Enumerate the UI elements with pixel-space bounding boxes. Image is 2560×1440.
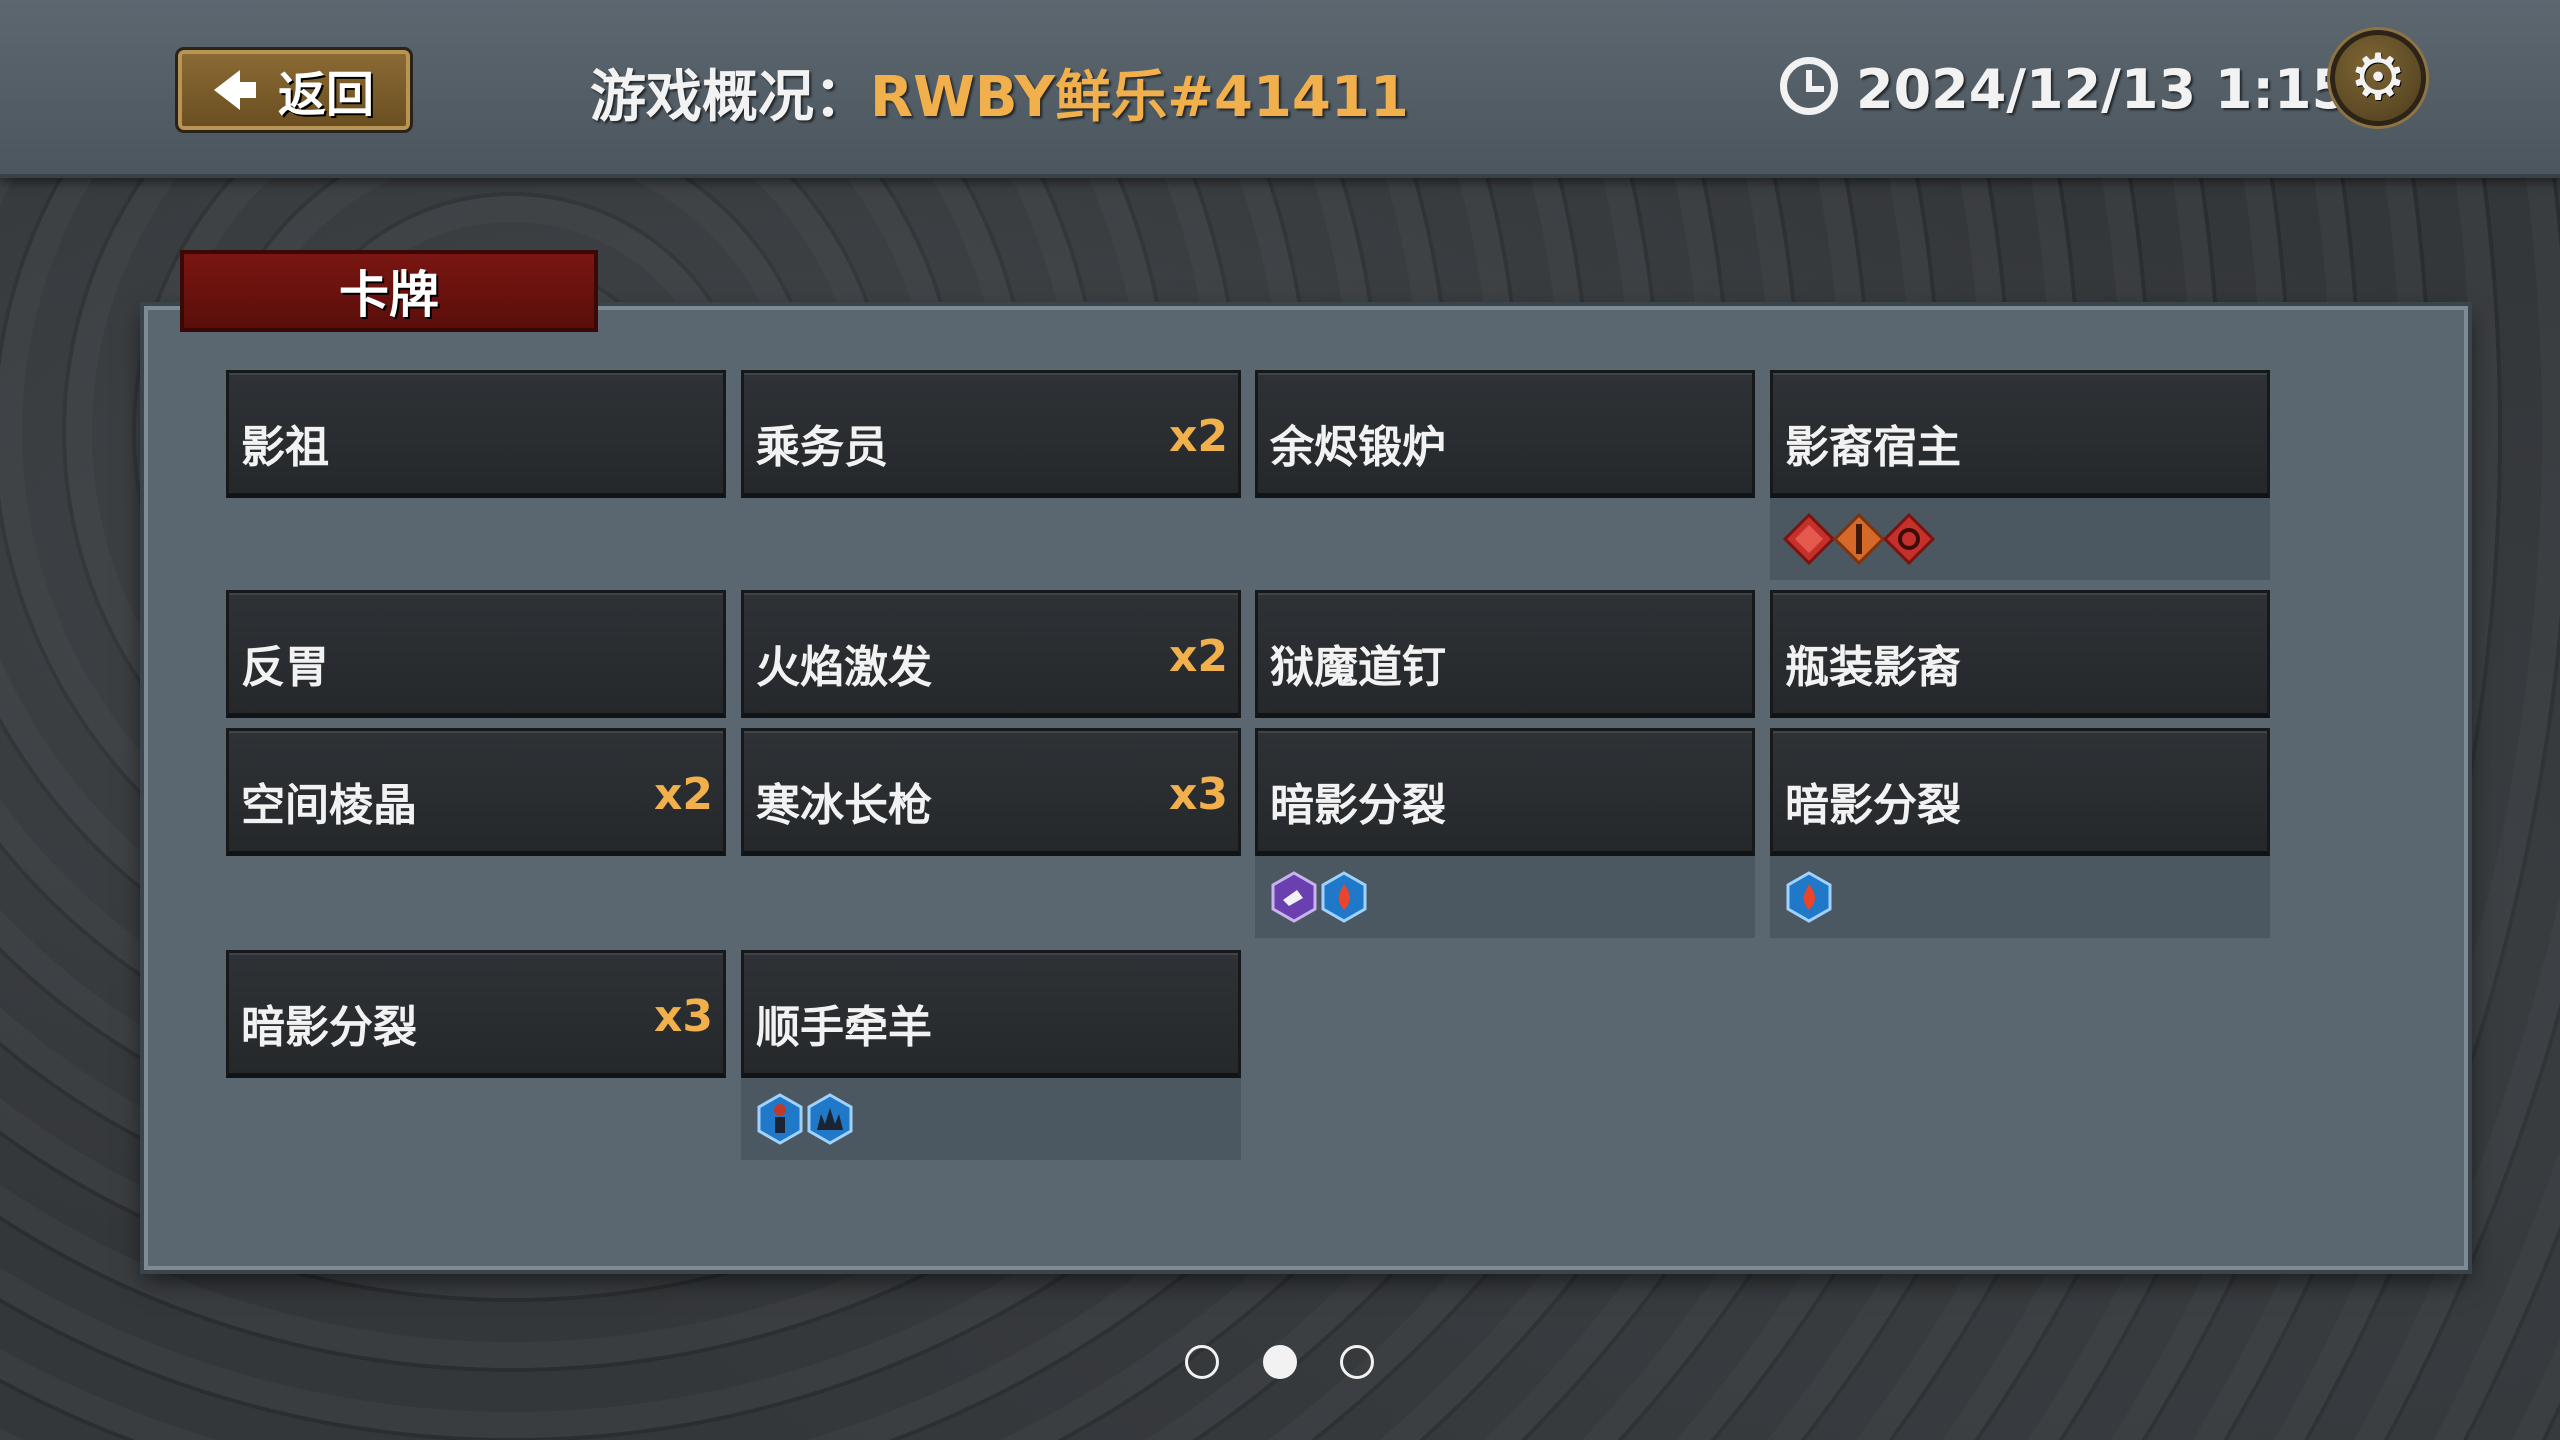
card-count: x3 bbox=[1169, 769, 1228, 820]
card-count: x2 bbox=[1169, 411, 1228, 462]
game-name: RWBY鲜乐#41411 bbox=[870, 65, 1409, 130]
game-datetime: 2024/12/13 1:15 bbox=[1856, 58, 2350, 121]
card-name: 火焰激发 bbox=[756, 642, 932, 693]
card-count: x2 bbox=[654, 769, 713, 820]
card-name: 乘务员 bbox=[756, 422, 888, 473]
card-name: 影祖 bbox=[241, 422, 329, 473]
blue-spiky-hex-icon bbox=[807, 1093, 853, 1145]
red-diamond-icon bbox=[1782, 512, 1836, 566]
settings-button[interactable]: ⚙ bbox=[2330, 30, 2426, 126]
card-item[interactable]: 空间棱晶 x2 bbox=[226, 728, 726, 856]
card-item[interactable]: 顺手牵羊 bbox=[741, 950, 1241, 1078]
card-item[interactable]: 狱魔道钉 bbox=[1255, 590, 1755, 718]
card-modifier-tray bbox=[1255, 856, 1755, 938]
page-dot-1[interactable] bbox=[1185, 1345, 1219, 1379]
card-item[interactable]: 影祖 bbox=[226, 370, 726, 498]
back-button-label: 返回 bbox=[277, 67, 374, 123]
page-dot-3[interactable] bbox=[1340, 1345, 1374, 1379]
purple-hex-icon bbox=[1271, 871, 1317, 923]
clock-icon bbox=[1780, 57, 1838, 115]
page-title: 游戏概况：RWBY鲜乐#41411 bbox=[590, 52, 1409, 133]
card-name: 余烬锻炉 bbox=[1270, 422, 1446, 473]
red-swirl-diamond-icon bbox=[1882, 512, 1936, 566]
card-item[interactable]: 寒冰长枪 x3 bbox=[741, 728, 1241, 856]
card-name: 狱魔道钉 bbox=[1270, 642, 1446, 693]
card-count: x2 bbox=[1169, 631, 1228, 682]
card-modifier-tray bbox=[1770, 856, 2270, 938]
gear-icon: ⚙ bbox=[2349, 41, 2407, 115]
section-title: 卡牌 bbox=[339, 266, 439, 324]
card-name: 顺手牵羊 bbox=[756, 1002, 932, 1053]
back-arrow-icon bbox=[213, 70, 256, 110]
card-name: 暗影分裂 bbox=[1785, 780, 1961, 831]
card-item[interactable]: 火焰激发 x2 bbox=[741, 590, 1241, 718]
blue-figure-hex-icon bbox=[757, 1093, 803, 1145]
card-name: 空间棱晶 bbox=[241, 780, 417, 831]
back-button[interactable]: 返回 bbox=[175, 47, 413, 133]
card-item[interactable]: 余烬锻炉 bbox=[1255, 370, 1755, 498]
orange-diamond-icon bbox=[1832, 512, 1886, 566]
blue-fire-hex-icon bbox=[1786, 871, 1832, 923]
card-item[interactable]: 暗影分裂 bbox=[1770, 728, 2270, 856]
card-name: 寒冰长枪 bbox=[756, 780, 932, 831]
card-modifier-tray bbox=[1770, 498, 2270, 580]
card-item[interactable]: 暗影分裂 bbox=[1255, 728, 1755, 856]
card-name: 反胃 bbox=[241, 642, 329, 693]
top-bar: 返回 游戏概况：RWBY鲜乐#41411 2024/12/13 1:15 ⚙ bbox=[0, 0, 2560, 178]
blue-fire-hex-icon bbox=[1321, 871, 1367, 923]
card-modifier-tray bbox=[741, 1078, 1241, 1160]
card-name: 暗影分裂 bbox=[1270, 780, 1446, 831]
page-dot-2-active[interactable] bbox=[1263, 1345, 1297, 1379]
title-prefix: 游戏概况： bbox=[590, 65, 870, 130]
card-item[interactable]: 瓶装影裔 bbox=[1770, 590, 2270, 718]
card-item[interactable]: 反胃 bbox=[226, 590, 726, 718]
card-name: 瓶装影裔 bbox=[1785, 642, 1961, 693]
card-name: 影裔宿主 bbox=[1785, 422, 1961, 473]
card-item[interactable]: 暗影分裂 x3 bbox=[226, 950, 726, 1078]
card-item[interactable]: 影裔宿主 bbox=[1770, 370, 2270, 498]
card-count: x3 bbox=[654, 991, 713, 1042]
card-name: 暗影分裂 bbox=[241, 1002, 417, 1053]
card-item[interactable]: 乘务员 x2 bbox=[741, 370, 1241, 498]
section-tab-cards: 卡牌 bbox=[180, 250, 598, 332]
